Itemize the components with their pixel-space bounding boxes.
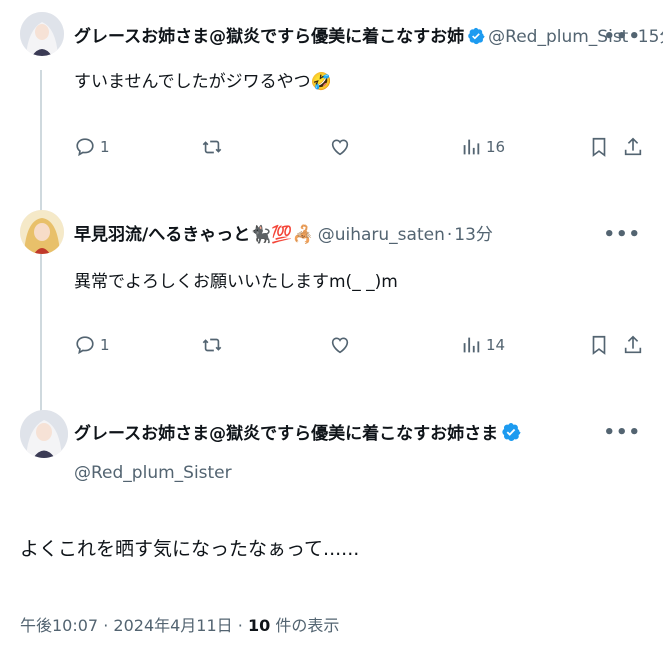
reply-count: 1 — [100, 336, 110, 354]
share-icon — [624, 137, 642, 156]
bookmark-icon — [592, 335, 606, 355]
handle[interactable]: @uiharu_saten — [318, 225, 445, 245]
separator: · — [237, 616, 243, 635]
reply-count: 1 — [100, 138, 110, 156]
tweet-text: 異常でよろしくお願いいたしますm(_ _)m — [74, 272, 398, 292]
views-label: 件の表示 — [275, 616, 340, 635]
handle[interactable]: @Red_plum_Sister — [74, 462, 232, 484]
more-options-icon[interactable]: ••• — [603, 422, 641, 443]
main-tweet-text: よくこれを晒す気になったなぁって...... — [20, 538, 360, 560]
like-button[interactable] — [329, 136, 351, 158]
heart-icon — [331, 139, 349, 156]
reply-button[interactable]: 1 — [74, 136, 110, 158]
separator: · — [446, 225, 453, 245]
more-options-icon[interactable]: ••• — [603, 224, 641, 245]
display-name[interactable]: グレースお姉さま@獄炎ですら優美に着こなすお姉さま — [74, 424, 498, 444]
tweet-header: グレースお姉さま@獄炎ですら優美に着こなすお姉 @Red_plum_Sist · 15… — [74, 26, 663, 51]
views-count: 16 — [486, 138, 506, 156]
post-time[interactable]: 午後10:07 — [20, 616, 98, 635]
reply-icon — [76, 138, 94, 157]
avatar[interactable] — [20, 210, 64, 254]
retweet-button[interactable] — [201, 334, 223, 356]
analytics-icon — [463, 139, 480, 155]
retweet-button[interactable] — [201, 136, 223, 158]
thread-connector-line — [40, 70, 42, 440]
tweet-actions: 1 16 — [74, 136, 644, 162]
timestamp[interactable]: 15分 — [638, 27, 663, 47]
verified-badge-icon — [467, 27, 485, 51]
verified-badge-icon — [501, 422, 521, 448]
reply-button[interactable]: 1 — [74, 334, 110, 356]
views-button[interactable]: 16 — [460, 136, 505, 158]
more-options-icon[interactable]: ••• — [603, 26, 641, 47]
bookmark-button[interactable] — [588, 136, 610, 158]
reply-icon — [76, 336, 94, 355]
post-date[interactable]: 2024年4月11日 — [113, 616, 232, 635]
share-button[interactable] — [622, 136, 644, 158]
bookmark-icon — [592, 137, 606, 157]
like-button[interactable] — [329, 334, 351, 356]
tweet-meta: 午後10:07 · 2024年4月11日 · 10 件の表示 — [20, 612, 339, 636]
display-name[interactable]: 早見羽流/へるきゃっと🐈‍⬛💯🦂 — [74, 225, 314, 245]
bookmark-button[interactable] — [588, 334, 610, 356]
avatar[interactable] — [20, 410, 68, 458]
avatar[interactable] — [20, 12, 64, 56]
main-tweet-name-row: グレースお姉さま@獄炎ですら優美に着こなすお姉さま — [74, 422, 524, 448]
analytics-icon — [463, 337, 480, 353]
retweet-icon — [202, 338, 222, 352]
separator: · — [103, 616, 109, 635]
tweet-header: 早見羽流/へるきゃっと🐈‍⬛💯🦂 @uiharu_saten · 13分 — [74, 224, 493, 246]
retweet-icon — [202, 140, 222, 154]
timestamp[interactable]: 13分 — [454, 225, 493, 245]
display-name[interactable]: グレースお姉さま@獄炎ですら優美に着こなすお姉 — [74, 27, 464, 47]
views-count: 14 — [486, 336, 506, 354]
heart-icon — [331, 337, 349, 354]
views-button[interactable]: 14 — [460, 334, 505, 356]
tweet-text: すいませんでしたがジワるやつ🤣 — [74, 72, 332, 92]
share-button[interactable] — [622, 334, 644, 356]
share-icon — [624, 335, 642, 354]
tweet-actions: 1 14 — [74, 334, 644, 360]
views-count: 10 — [247, 616, 271, 635]
